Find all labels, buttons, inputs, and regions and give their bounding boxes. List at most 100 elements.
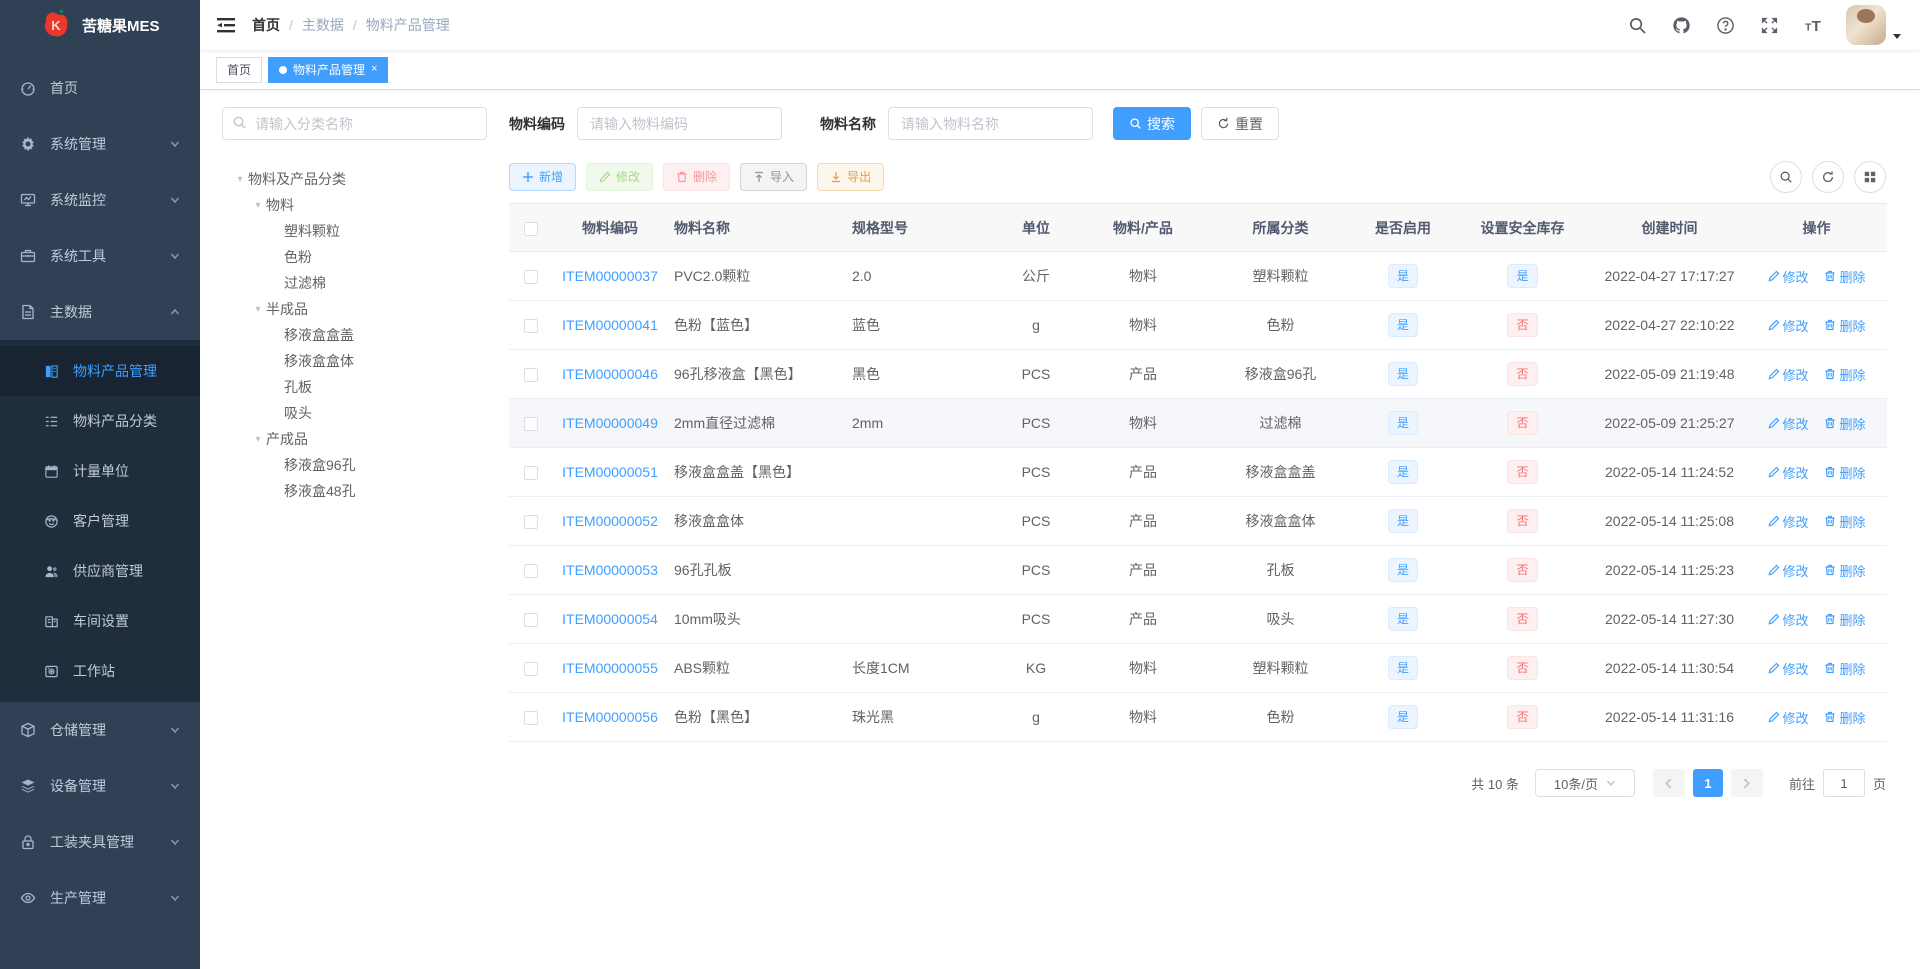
goto-page-input[interactable] [1822, 769, 1865, 797]
toolbar-columns-icon[interactable] [1854, 161, 1886, 193]
github-icon[interactable] [1664, 8, 1698, 42]
row-delete-button[interactable]: 删除 [1824, 512, 1865, 531]
row-delete-button[interactable]: 删除 [1824, 659, 1865, 678]
tab-item[interactable]: 首页 [216, 56, 263, 83]
row-delete-button[interactable]: 删除 [1824, 463, 1865, 482]
breadcrumb-item[interactable]: 物料产品管理 [366, 17, 450, 33]
tree-node[interactable]: ▾ 物料及产品分类 [222, 166, 487, 192]
sidebar-submenu-item[interactable]: 工作站 [0, 646, 200, 696]
tree-expand-icon[interactable] [268, 330, 284, 341]
page-size-select[interactable]: 10条/页 [1534, 769, 1635, 797]
row-checkbox[interactable] [523, 613, 538, 628]
sidebar-menu-item[interactable]: 仓储管理 [0, 702, 200, 758]
row-delete-button[interactable]: 删除 [1824, 708, 1865, 727]
font-size-icon[interactable]: TT [1796, 8, 1830, 42]
row-edit-button[interactable]: 修改 [1767, 463, 1809, 482]
material-code-input[interactable] [577, 107, 782, 140]
material-code-link[interactable]: ITEM00000056 [562, 709, 658, 725]
sidebar-menu-item[interactable]: 系统管理 [0, 116, 200, 172]
row-checkbox[interactable] [523, 270, 538, 285]
sidebar-menu-item[interactable]: 设备管理 [0, 758, 200, 814]
sidebar-toggle-icon[interactable] [216, 15, 236, 35]
row-checkbox[interactable] [523, 368, 538, 383]
tree-expand-icon[interactable] [268, 486, 284, 497]
add-button[interactable]: 新增 [509, 163, 577, 191]
tree-expand-icon[interactable] [268, 356, 284, 367]
row-checkbox[interactable] [523, 466, 538, 481]
tree-node[interactable]: 移液盒盒盖 [222, 322, 487, 348]
row-edit-button[interactable]: 修改 [1767, 414, 1809, 433]
toolbar-refresh-icon[interactable] [1812, 161, 1844, 193]
tree-node[interactable]: 移液盒48孔 [222, 478, 487, 504]
tab-active[interactable]: 物料产品管理 × [268, 56, 389, 83]
tree-expand-icon[interactable]: ▾ [250, 434, 266, 445]
row-edit-button[interactable]: 修改 [1767, 659, 1809, 678]
tree-expand-icon[interactable] [268, 382, 284, 393]
row-checkbox[interactable] [523, 662, 538, 677]
row-edit-button[interactable]: 修改 [1767, 610, 1809, 629]
material-name-input[interactable] [888, 107, 1093, 140]
row-checkbox[interactable] [523, 564, 538, 579]
sidebar-submenu-item[interactable]: 物料产品分类 [0, 396, 200, 446]
tree-node[interactable]: ▾ 物料 [222, 192, 487, 218]
row-delete-button[interactable]: 删除 [1824, 267, 1865, 286]
next-page-button[interactable] [1730, 769, 1763, 797]
help-icon[interactable] [1708, 8, 1742, 42]
prev-page-button[interactable] [1652, 769, 1685, 797]
sidebar-menu-item[interactable]: 生产管理 [0, 870, 200, 926]
category-search-input[interactable] [222, 107, 487, 140]
row-edit-button[interactable]: 修改 [1767, 316, 1809, 335]
sidebar-submenu-item[interactable]: 计量单位 [0, 446, 200, 496]
user-menu[interactable] [1846, 5, 1902, 45]
export-button[interactable]: 导出 [817, 163, 885, 191]
material-code-link[interactable]: ITEM00000051 [562, 464, 658, 480]
tree-node[interactable]: 过滤棉 [222, 270, 487, 296]
fullscreen-icon[interactable] [1752, 8, 1786, 42]
material-code-link[interactable]: ITEM00000046 [562, 366, 658, 382]
tree-node[interactable]: ▾ 半成品 [222, 296, 487, 322]
row-edit-button[interactable]: 修改 [1767, 561, 1809, 580]
user-avatar[interactable] [1846, 5, 1886, 45]
material-code-link[interactable]: ITEM00000054 [562, 611, 658, 627]
row-delete-button[interactable]: 删除 [1824, 561, 1865, 580]
tree-node[interactable]: 色粉 [222, 244, 487, 270]
row-edit-button[interactable]: 修改 [1767, 708, 1809, 727]
select-all-checkbox[interactable] [523, 221, 538, 236]
row-delete-button[interactable]: 删除 [1824, 610, 1865, 629]
tree-expand-icon[interactable] [268, 226, 284, 237]
material-code-link[interactable]: ITEM00000049 [562, 415, 658, 431]
sidebar-menu-item[interactable]: 系统监控 [0, 172, 200, 228]
reset-button[interactable]: 重置 [1201, 107, 1279, 140]
app-logo[interactable]: K 苦糖果MES [0, 0, 200, 50]
row-delete-button[interactable]: 删除 [1824, 316, 1865, 335]
tree-node[interactable]: 孔板 [222, 374, 487, 400]
row-edit-button[interactable]: 修改 [1767, 512, 1809, 531]
tree-expand-icon[interactable] [268, 408, 284, 419]
row-edit-button[interactable]: 修改 [1767, 365, 1809, 384]
page-number-1[interactable]: 1 [1692, 769, 1723, 797]
sidebar-submenu-item[interactable]: 供应商管理 [0, 546, 200, 596]
row-checkbox[interactable] [523, 711, 538, 726]
row-edit-button[interactable]: 修改 [1767, 267, 1809, 286]
tree-expand-icon[interactable]: ▾ [232, 174, 248, 185]
tree-expand-icon[interactable]: ▾ [250, 200, 266, 211]
material-code-link[interactable]: ITEM00000041 [562, 317, 658, 333]
edit-button[interactable]: 修改 [586, 163, 654, 191]
sidebar-menu-item[interactable]: 首页 [0, 60, 200, 116]
sidebar-menu-item[interactable]: 主数据 [0, 284, 200, 340]
breadcrumb-item[interactable]: 首页 [252, 17, 280, 33]
breadcrumb-item[interactable]: 主数据 [302, 17, 344, 33]
row-checkbox[interactable] [523, 515, 538, 530]
tree-node[interactable]: 移液盒96孔 [222, 452, 487, 478]
row-checkbox[interactable] [523, 319, 538, 334]
sidebar-menu-item[interactable]: 系统工具 [0, 228, 200, 284]
delete-button[interactable]: 删除 [663, 163, 731, 191]
material-code-link[interactable]: ITEM00000037 [562, 268, 658, 284]
material-code-link[interactable]: ITEM00000053 [562, 562, 658, 578]
tree-node[interactable]: ▾ 产成品 [222, 426, 487, 452]
tree-node[interactable]: 塑料颗粒 [222, 218, 487, 244]
material-code-link[interactable]: ITEM00000055 [562, 660, 658, 676]
material-code-link[interactable]: ITEM00000052 [562, 513, 658, 529]
tree-expand-icon[interactable] [268, 278, 284, 289]
search-button[interactable]: 搜索 [1113, 107, 1191, 140]
